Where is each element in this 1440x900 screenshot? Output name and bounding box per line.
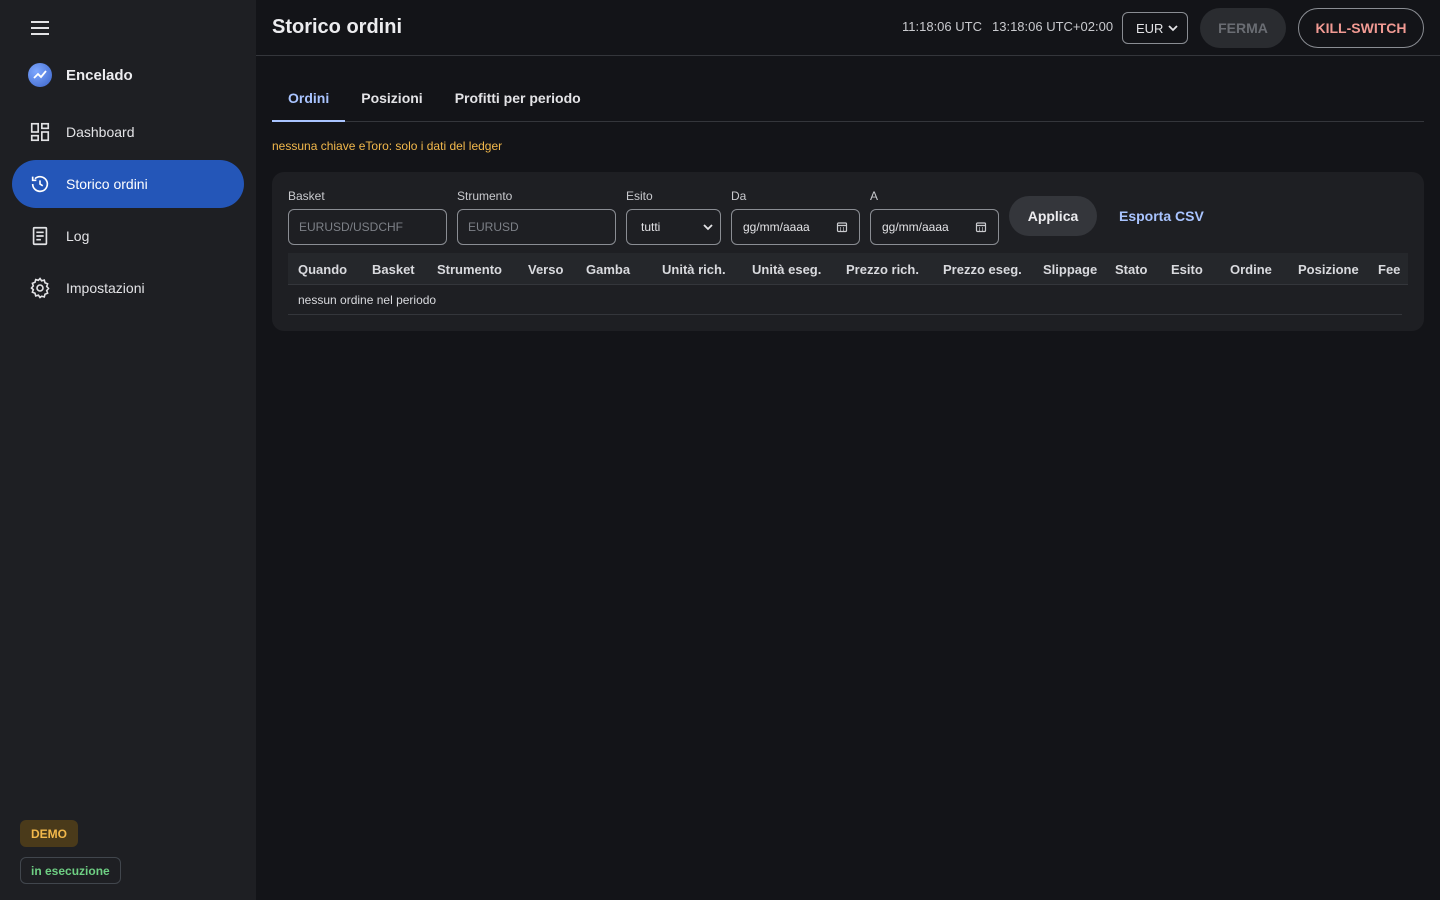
column-header[interactable]: Ordine xyxy=(1230,262,1272,277)
status-badge: in esecuzione xyxy=(20,857,121,884)
calendar-icon[interactable] xyxy=(836,221,848,236)
sidebar-item-storico-ordini[interactable]: Storico ordini xyxy=(12,160,244,208)
tab-profitti-per-periodo[interactable]: Profitti per periodo xyxy=(439,74,597,121)
table-header: Quando Basket Strumento Verso Gamba Unit… xyxy=(288,253,1408,285)
date-to-placeholder: gg/mm/aaaa xyxy=(882,220,949,234)
strumento-input[interactable]: EURUSD xyxy=(457,209,616,245)
strumento-label: Strumento xyxy=(457,189,513,203)
trend-logo-icon xyxy=(28,63,52,87)
column-header[interactable]: Basket xyxy=(372,262,415,277)
clock-utc: 11:18:06 UTC xyxy=(902,19,982,34)
basket-input[interactable]: EURUSD/USDCHF xyxy=(288,209,447,245)
chevron-down-icon xyxy=(702,221,714,236)
sidebar-item-log[interactable]: Log xyxy=(12,212,244,260)
sidebar: Encelado Dashboard Storico ordini Log Im… xyxy=(0,0,256,900)
currency-select[interactable]: EUR xyxy=(1122,12,1188,44)
tab-ordini[interactable]: Ordini xyxy=(272,74,346,122)
topbar: Storico ordini 11:18:06 UTC 13:18:06 UTC… xyxy=(256,0,1440,56)
history-icon xyxy=(28,172,52,196)
mode-badge: DEMO xyxy=(20,820,78,847)
column-header[interactable]: Verso xyxy=(528,262,563,277)
basket-label: Basket xyxy=(288,189,325,203)
column-header[interactable]: Quando xyxy=(298,262,347,277)
brand-name: Encelado xyxy=(66,66,133,84)
esito-label: Esito xyxy=(626,189,653,203)
kill-switch-button[interactable]: KILL-SWITCH xyxy=(1298,8,1424,48)
column-header[interactable]: Fee xyxy=(1378,262,1400,277)
date-from-placeholder: gg/mm/aaaa xyxy=(743,220,810,234)
column-header[interactable]: Prezzo rich. xyxy=(846,262,919,277)
column-header[interactable]: Gamba xyxy=(586,262,630,277)
brand[interactable]: Encelado xyxy=(28,62,133,88)
sidebar-item-label: Log xyxy=(66,228,90,244)
sidebar-nav: Dashboard Storico ordini Log Impostazion… xyxy=(12,108,244,316)
chevron-down-icon xyxy=(1167,22,1179,37)
currency-value: EUR xyxy=(1136,20,1164,36)
date-from-input[interactable]: gg/mm/aaaa xyxy=(731,209,860,245)
apply-button[interactable]: Applica xyxy=(1009,196,1097,236)
column-header[interactable]: Strumento xyxy=(437,262,502,277)
table-empty-row: nessun ordine nel periodo xyxy=(288,285,1402,315)
esito-value: tutti xyxy=(641,220,661,234)
column-header[interactable]: Posizione xyxy=(1298,262,1359,277)
filters-card: Basket EURUSD/USDCHF Strumento EURUSD Es… xyxy=(272,172,1424,331)
calendar-icon[interactable] xyxy=(975,221,987,236)
tabs: Ordini Posizioni Profitti per periodo xyxy=(272,74,1424,122)
column-header[interactable]: Slippage xyxy=(1043,262,1097,277)
column-header[interactable]: Unità rich. xyxy=(662,262,726,277)
dashboard-icon xyxy=(28,120,52,144)
page-title: Storico ordini xyxy=(272,16,402,38)
column-header[interactable]: Esito xyxy=(1171,262,1203,277)
clock-local: 13:18:06 UTC+02:00 xyxy=(992,19,1114,34)
column-header[interactable]: Prezzo eseg. xyxy=(943,262,1022,277)
sidebar-item-label: Storico ordini xyxy=(66,176,148,192)
sidebar-item-label: Dashboard xyxy=(66,124,135,140)
tab-posizioni[interactable]: Posizioni xyxy=(345,74,438,121)
da-label: Da xyxy=(731,189,747,203)
esito-select[interactable]: tutti xyxy=(626,209,721,245)
date-to-input[interactable]: gg/mm/aaaa xyxy=(870,209,999,245)
warning-notice: nessuna chiave eToro: solo i dati del le… xyxy=(272,139,503,153)
empty-message: nessun ordine nel periodo xyxy=(298,293,437,307)
export-csv-button[interactable]: Esporta CSV xyxy=(1119,208,1204,224)
a-label: A xyxy=(870,189,879,203)
sidebar-item-impostazioni[interactable]: Impostazioni xyxy=(12,264,244,312)
column-header[interactable]: Unità eseg. xyxy=(752,262,821,277)
menu-icon[interactable] xyxy=(28,16,52,40)
sidebar-item-label: Impostazioni xyxy=(66,280,145,296)
document-icon xyxy=(28,224,52,248)
sidebar-item-dashboard[interactable]: Dashboard xyxy=(12,108,244,156)
column-header[interactable]: Stato xyxy=(1115,262,1148,277)
gear-icon xyxy=(28,276,52,300)
stop-button[interactable]: FERMA xyxy=(1200,8,1286,48)
